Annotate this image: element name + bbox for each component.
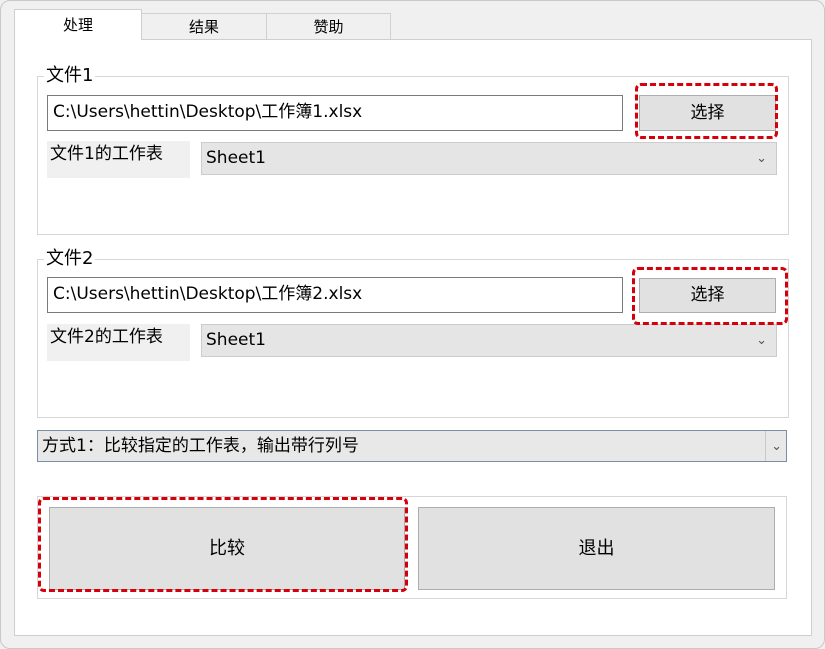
file2-select-button[interactable]: 选择 <box>639 278 776 313</box>
chevron-down-icon: ⌄ <box>765 431 782 461</box>
file1-sheet-label: 文件1的工作表 <box>47 141 190 178</box>
chevron-down-icon: ⌄ <box>756 151 767 166</box>
tab-process[interactable]: 处理 <box>14 9 142 40</box>
tab-sponsor[interactable]: 赞助 <box>266 13 391 40</box>
exit-button[interactable]: 退出 <box>418 507 775 590</box>
chevron-down-icon: ⌄ <box>756 333 767 348</box>
file1-select-button[interactable]: 选择 <box>639 95 776 131</box>
compare-button[interactable]: 比较 <box>49 507 405 590</box>
tab-results[interactable]: 结果 <box>141 13 267 40</box>
file2-sheet-value: Sheet1 <box>206 330 266 350</box>
tab-results-label: 结果 <box>188 18 219 36</box>
file1-legend: 文件1 <box>44 65 96 87</box>
tab-process-label: 处理 <box>62 16 93 34</box>
mode-select-value: 方式1：比较指定的工作表，输出带行列号 <box>42 436 359 456</box>
tab-sponsor-label: 赞助 <box>313 18 344 36</box>
file1-sheet-value: Sheet1 <box>206 148 266 168</box>
file2-sheet-select[interactable]: Sheet1 ⌄ <box>201 324 777 357</box>
file1-path-input[interactable]: C:\Users\hettin\Desktop\工作簿1.xlsx <box>47 95 623 131</box>
tab-panel-process: 文件1 C:\Users\hettin\Desktop\工作簿1.xlsx 选择… <box>14 39 812 636</box>
file2-sheet-label: 文件2的工作表 <box>47 324 190 361</box>
mode-select[interactable]: 方式1：比较指定的工作表，输出带行列号 ⌄ <box>37 430 787 462</box>
file2-legend: 文件2 <box>44 248 96 270</box>
file1-sheet-select[interactable]: Sheet1 ⌄ <box>201 142 777 175</box>
file2-path-input[interactable]: C:\Users\hettin\Desktop\工作簿2.xlsx <box>47 277 623 313</box>
